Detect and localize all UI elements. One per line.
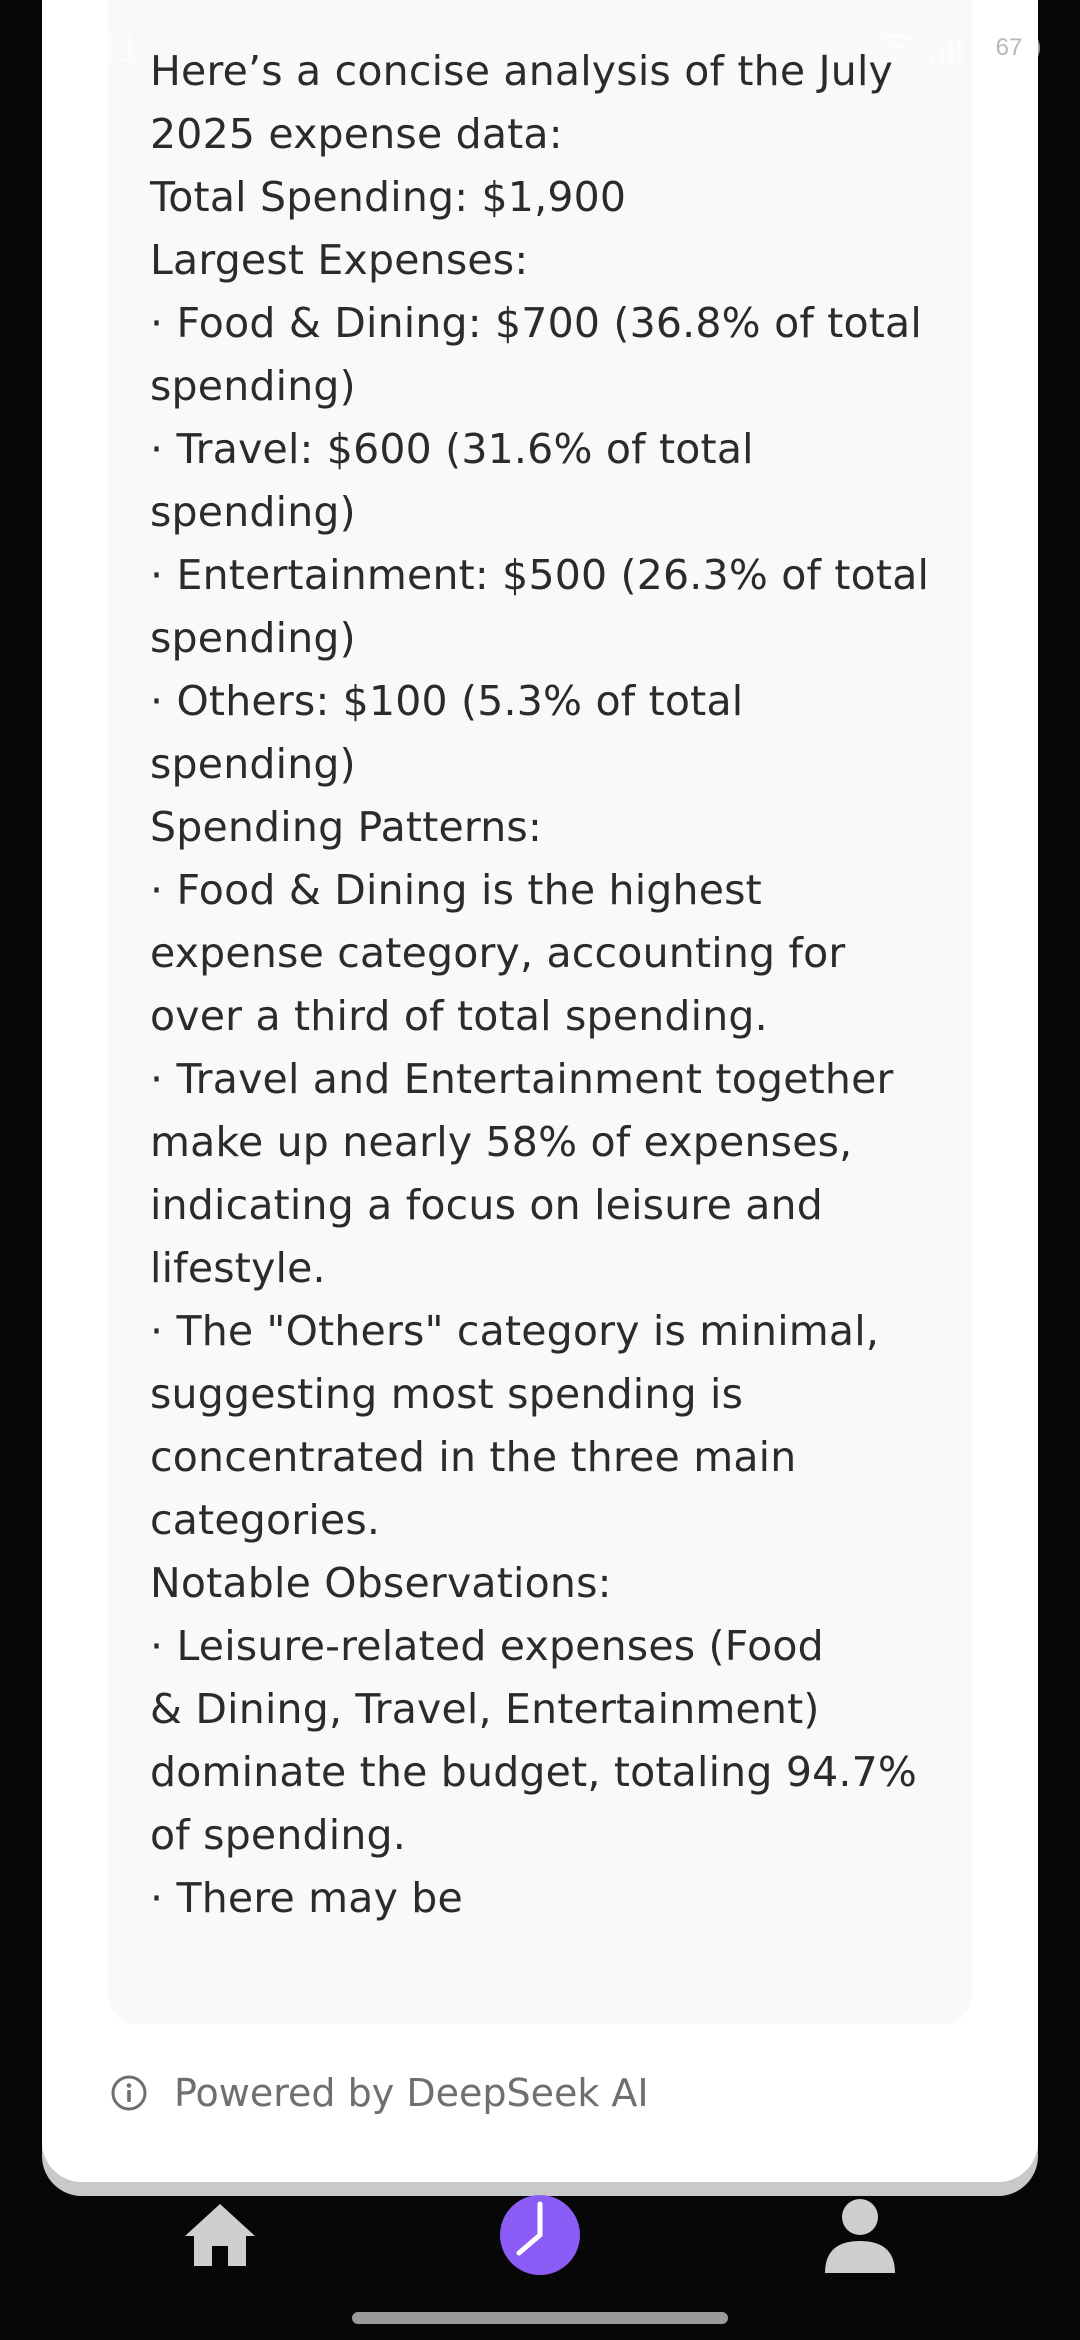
nav-analytics-button[interactable] [495,2190,585,2280]
ai-response-text: Here’s a concise analysis of the July 20… [150,47,930,1922]
pie-chart-icon [500,2195,580,2275]
powered-by-text: Powered by DeepSeek AI [174,2071,649,2115]
profile-icon [825,2199,895,2273]
info-icon [111,2075,147,2111]
home-icon [185,2204,255,2266]
home-indicator[interactable] [352,2312,728,2324]
powered-by-footer: Powered by DeepSeek AI [110,2068,649,2118]
nav-home-button[interactable] [175,2190,265,2280]
nav-profile-button[interactable] [815,2190,905,2280]
bottom-navigation [0,2180,1080,2290]
